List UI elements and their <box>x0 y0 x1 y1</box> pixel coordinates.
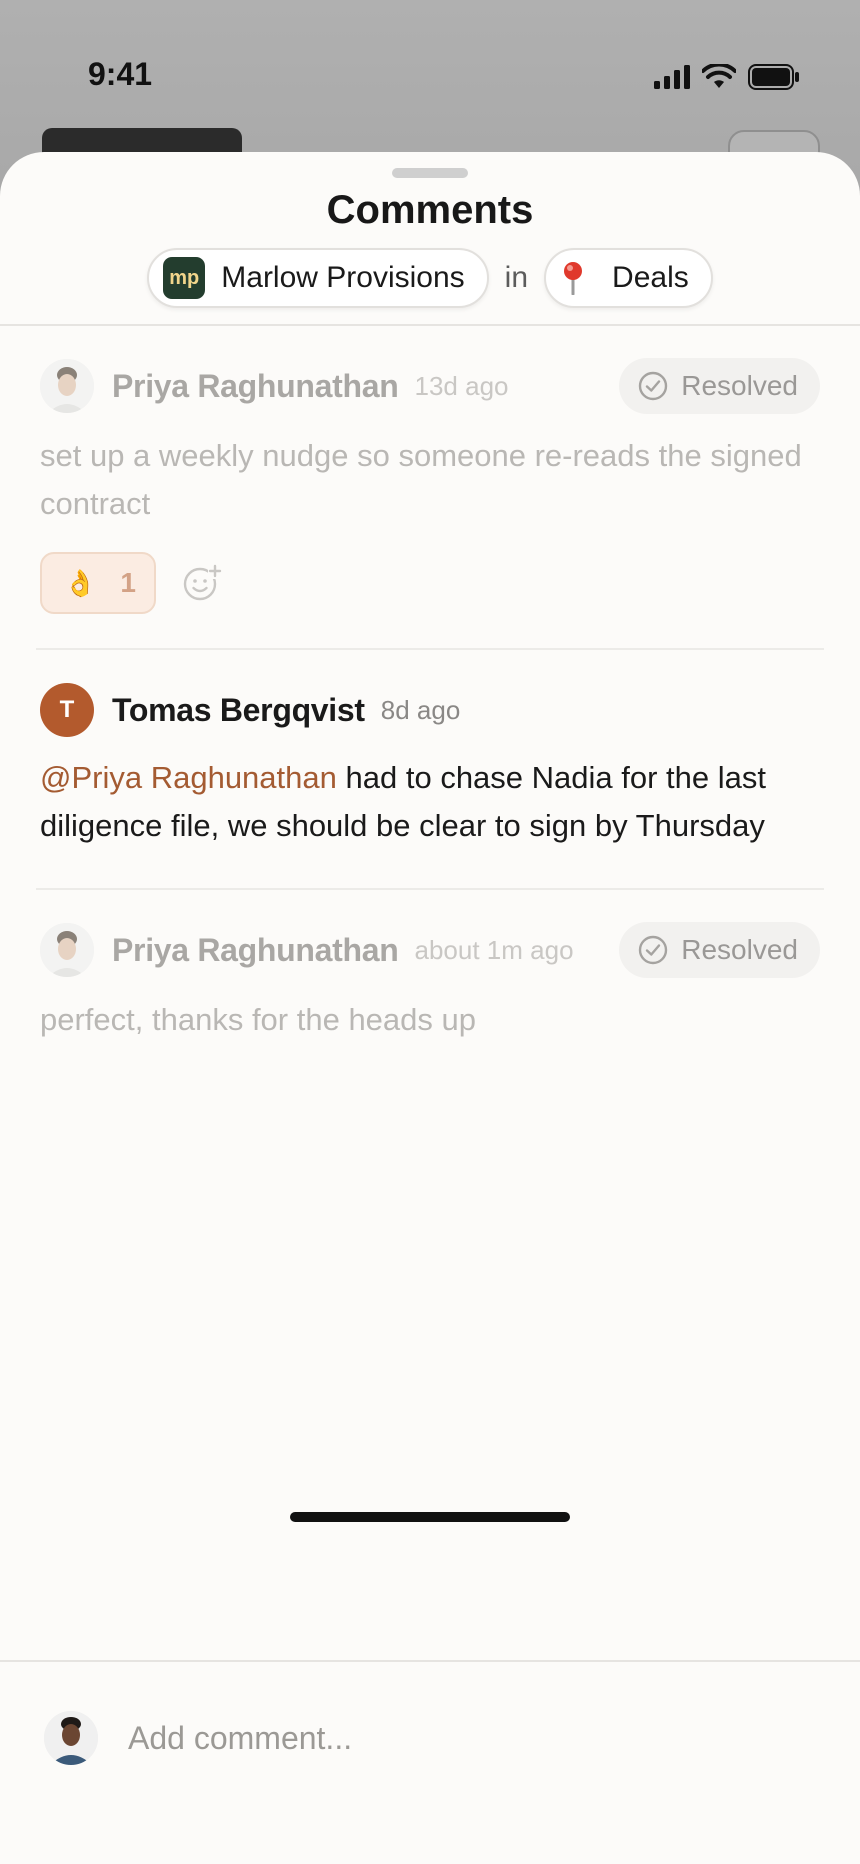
comment-composer <box>44 1706 824 1770</box>
resolved-label: Resolved <box>681 934 798 965</box>
avatar <box>40 923 94 977</box>
comment-time: about 1m ago <box>414 934 574 965</box>
comments-sheet: Comments mp Marlow Provisions in Deals P… <box>0 152 860 1864</box>
comment-body: @Priya Raghunathan had to chase Nadia fo… <box>40 754 820 850</box>
comment-header: Priya Raghunathan about 1m ago Resolved <box>40 922 820 978</box>
comment-item: Priya Raghunathan about 1m ago Resolved … <box>0 890 860 1044</box>
list-chip[interactable]: Deals <box>544 248 713 308</box>
resolved-label: Resolved <box>681 370 798 401</box>
comment-body: perfect, thanks for the heads up <box>40 1002 476 1037</box>
record-chip[interactable]: mp Marlow Provisions <box>147 248 489 308</box>
resolved-badge[interactable]: Resolved <box>619 922 820 978</box>
comment-item: T Tomas Bergqvist 8d ago @Priya Raghunat… <box>0 650 860 888</box>
home-indicator <box>290 1512 570 1522</box>
add-reaction-icon[interactable] <box>182 563 222 603</box>
check-circle-icon <box>639 935 668 965</box>
comment-input[interactable] <box>128 1719 824 1757</box>
battery-icon <box>748 64 799 90</box>
resolved-badge[interactable]: Resolved <box>619 358 820 414</box>
wifi-icon <box>702 64 736 88</box>
avatar: T <box>40 683 94 737</box>
comment-time: 8d ago <box>380 694 461 725</box>
check-circle-icon <box>639 371 668 401</box>
context-row: mp Marlow Provisions in Deals <box>0 248 860 308</box>
comment-header: T Tomas Bergqvist 8d ago <box>40 682 820 738</box>
signal-icon <box>654 65 690 89</box>
comment-body: set up a weekly nudge so someone re-read… <box>40 438 802 521</box>
in-label: in <box>504 261 529 294</box>
avatar <box>40 359 94 413</box>
composer-divider <box>0 1660 860 1662</box>
list-name: Deals <box>612 261 689 294</box>
sheet-grabber[interactable] <box>392 168 468 178</box>
comment-header: Priya Raghunathan 13d ago Resolved <box>40 358 820 414</box>
status-icons <box>654 64 800 90</box>
comment-item: Priya Raghunathan 13d ago Resolved set u… <box>0 326 860 648</box>
record-name: Marlow Provisions <box>221 261 465 294</box>
reaction-emoji: 👌 <box>64 567 97 598</box>
comment-time: 13d ago <box>414 370 509 401</box>
sheet-title: Comments <box>326 188 534 232</box>
pin-icon <box>560 261 586 295</box>
status-time: 9:41 <box>88 56 153 92</box>
current-user-avatar <box>44 1711 98 1765</box>
reaction-count: 1 <box>120 567 136 598</box>
reaction-row: 👌 1 <box>40 552 820 614</box>
status-bar: 9:41 <box>0 0 860 140</box>
record-logo: mp <box>163 257 206 299</box>
comment-author: Priya Raghunathan <box>112 931 399 968</box>
comment-author: Priya Raghunathan <box>112 367 399 404</box>
mention-link[interactable]: @Priya Raghunathan <box>40 760 337 795</box>
comment-author: Tomas Bergqvist <box>112 691 365 728</box>
reaction-pill[interactable]: 👌 1 <box>40 552 156 614</box>
comment-list: Priya Raghunathan 13d ago Resolved set u… <box>0 326 860 1044</box>
